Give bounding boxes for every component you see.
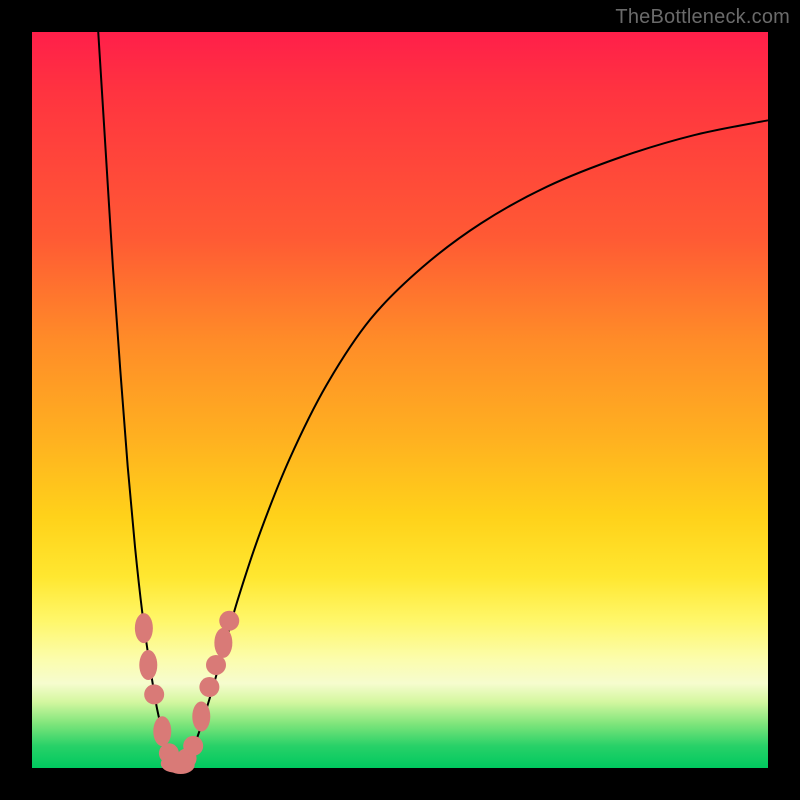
marker-2 — [144, 684, 164, 704]
marker-3 — [153, 716, 171, 746]
marker-13 — [219, 611, 239, 631]
marker-0 — [135, 613, 153, 643]
curve-layer — [98, 32, 768, 768]
marker-10 — [199, 677, 219, 697]
marker-1 — [139, 650, 157, 680]
curve-left-curve — [98, 32, 179, 768]
curves-svg — [32, 32, 768, 768]
marker-9 — [192, 701, 210, 731]
curve-right-curve — [179, 120, 768, 768]
marker-11 — [206, 655, 226, 675]
marker-8 — [183, 736, 203, 756]
plot-area — [32, 32, 768, 768]
watermark-text: TheBottleneck.com — [615, 6, 790, 29]
marker-12 — [214, 628, 232, 658]
marker-layer — [135, 611, 239, 774]
chart-frame: TheBottleneck.com — [0, 0, 800, 800]
